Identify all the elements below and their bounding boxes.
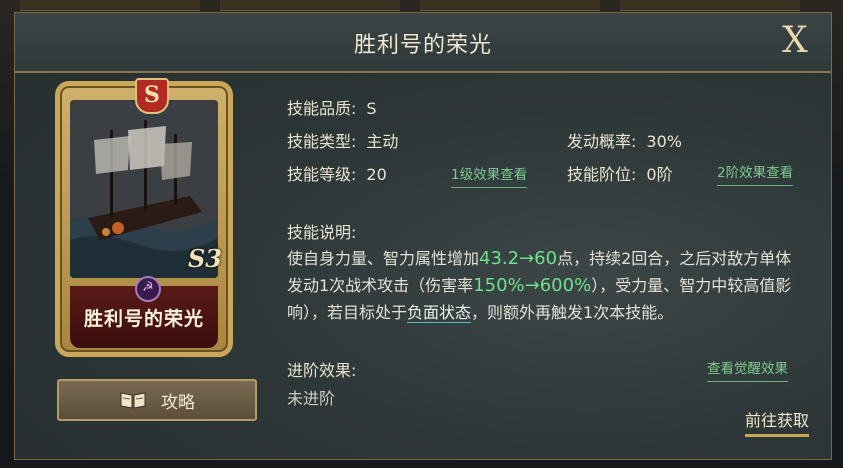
probability-row: 发动概率: 30% [567, 128, 682, 151]
dialog-title: 胜利号的荣光 [353, 33, 492, 58]
hammer-sickle-icon: ☭ [135, 276, 161, 302]
quality-value: S [366, 99, 377, 118]
negative-status-link[interactable]: 负面状态 [407, 303, 472, 323]
tier-row: 技能阶位: 0阶 [567, 161, 673, 184]
damage-rate-value: 150%→600% [473, 275, 592, 296]
probability-value: 30% [646, 132, 682, 151]
description-text: ，则额外再触发1次本技能。 [471, 303, 674, 322]
guide-button[interactable]: 攻略 [57, 379, 257, 421]
quality-row: 技能品质: S [287, 95, 377, 118]
description-text: 使自身力量、智力属性增加 [287, 249, 480, 268]
level-label: 技能等级: [287, 165, 357, 184]
probability-label: 发动概率: [567, 132, 637, 151]
background-slot [420, 0, 600, 11]
background-slot [220, 0, 400, 11]
attribute-bonus-value: 43.2→60 [479, 248, 558, 269]
advancement-label: 进阶效果: [287, 361, 357, 380]
advancement-heading: 进阶效果: [287, 357, 357, 380]
close-button[interactable]: X [773, 19, 817, 63]
card-level-mark: S3 [187, 244, 222, 273]
type-value: 主动 [366, 132, 399, 151]
type-label: 技能类型: [287, 132, 357, 151]
level-value: 20 [366, 165, 387, 184]
type-row: 技能类型: 主动 [287, 128, 399, 151]
awakening-effect-link[interactable]: 查看觉醒效果 [707, 357, 788, 382]
tier-value: 0阶 [646, 165, 673, 184]
skill-description: 使自身力量、智力属性增加43.2→60点，持续2回合，之后对敌方单体发动1次战术… [287, 245, 807, 326]
description-label: 技能说明: [287, 223, 357, 242]
background-slot [620, 0, 800, 11]
level1-effect-link[interactable]: 1级效果查看 [451, 163, 528, 188]
tier-label: 技能阶位: [567, 165, 637, 184]
tier2-effect-link[interactable]: 2阶效果查看 [717, 161, 794, 186]
card-name: 胜利号的荣光 [83, 307, 204, 330]
rank-badge: S [135, 78, 169, 114]
skill-detail-dialog: 胜利号的荣光 X S S3 胜利号的荣光 ☭ 攻略 技能品质: S 技能类型: … [14, 12, 832, 460]
book-icon [119, 390, 147, 410]
dialog-titlebar: 胜利号的荣光 X [15, 13, 831, 73]
skill-card: S S3 胜利号的荣光 ☭ [55, 78, 233, 357]
quality-label: 技能品质: [287, 99, 357, 118]
background-slot [20, 0, 200, 11]
guide-button-label: 攻略 [161, 392, 195, 413]
advancement-value: 未进阶 [287, 389, 336, 408]
level-row: 技能等级: 20 [287, 161, 387, 184]
go-obtain-button[interactable]: 前往获取 [744, 407, 809, 437]
description-heading: 技能说明: [287, 219, 357, 242]
